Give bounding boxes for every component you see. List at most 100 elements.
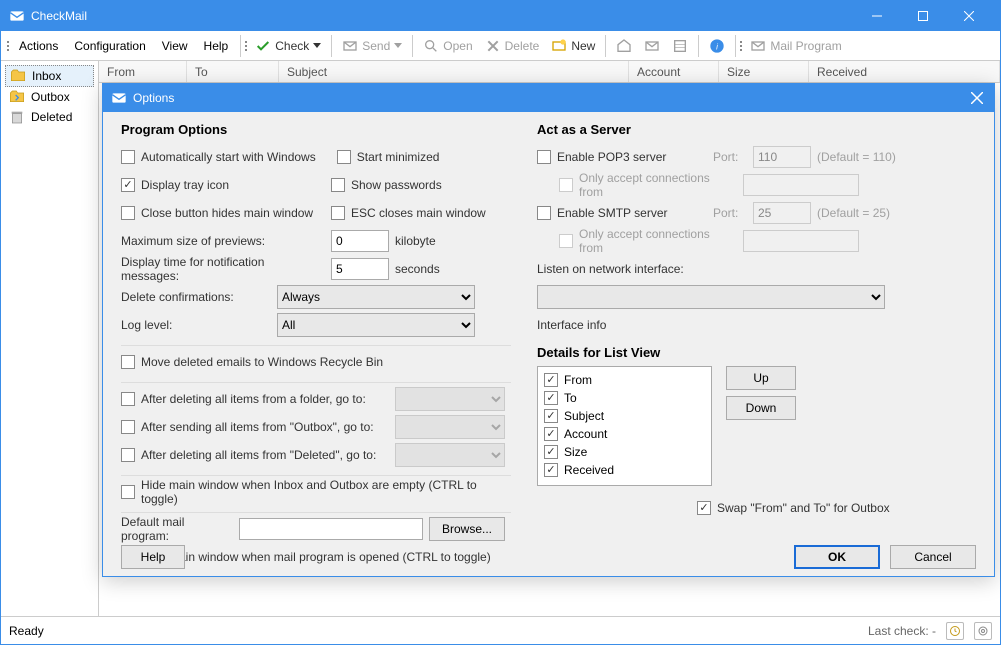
mail-program-button[interactable]: Mail Program [744, 34, 847, 58]
ok-button[interactable]: OK [794, 545, 880, 569]
esc-closes-label: ESC closes main window [351, 206, 486, 220]
folder-sidebar: Inbox Outbox Deleted [1, 61, 99, 616]
list-size-checkbox[interactable] [544, 445, 558, 459]
after-delete-folder-checkbox[interactable] [121, 392, 135, 406]
tool-icon-1[interactable] [610, 34, 638, 58]
column-size[interactable]: Size [719, 61, 809, 82]
delete-confirm-select[interactable]: Always [277, 285, 475, 309]
list-account-label: Account [564, 427, 607, 441]
send-button[interactable]: Send [336, 34, 408, 58]
delete-button[interactable]: Delete [479, 34, 546, 58]
auto-start-checkbox[interactable] [121, 150, 135, 164]
clock-icon[interactable] [946, 622, 964, 640]
esc-closes-checkbox[interactable] [331, 206, 345, 220]
start-minimized-label: Start minimized [357, 150, 440, 164]
cancel-button[interactable]: Cancel [890, 545, 976, 569]
open-label: Open [443, 39, 472, 53]
close-button[interactable] [946, 1, 992, 31]
column-headers: From To Subject Account Size Received [99, 61, 1000, 83]
swap-label: Swap "From" and To" for Outbox [717, 501, 890, 515]
list-received-checkbox[interactable] [544, 463, 558, 477]
smtp-port-input [753, 202, 811, 224]
after-send-outbox-label: After sending all items from "Outbox", g… [141, 420, 389, 434]
sidebar-item-deleted[interactable]: Deleted [5, 107, 94, 127]
open-button[interactable]: Open [417, 34, 478, 58]
close-hides-label: Close button hides main window [141, 206, 325, 220]
program-options-title: Program Options [121, 122, 511, 137]
smtp-only-accept-input [743, 230, 859, 252]
new-label: New [571, 39, 595, 53]
default-mail-program-label: Default mail program: [121, 515, 233, 543]
help-button[interactable]: Help [121, 545, 185, 569]
details-listbox[interactable]: From To Subject Account Size Received [537, 366, 712, 486]
options-dialog: Options Program Options Automatically st… [102, 83, 995, 577]
refresh-icon[interactable] [974, 622, 992, 640]
menu-actions[interactable]: Actions [11, 35, 66, 57]
list-item: Received [544, 461, 705, 479]
check-icon [255, 38, 271, 54]
list-account-checkbox[interactable] [544, 427, 558, 441]
check-button[interactable]: Check [249, 34, 327, 58]
column-to[interactable]: To [187, 61, 279, 82]
check-label: Check [275, 39, 309, 53]
maximize-button[interactable] [900, 1, 946, 31]
new-button[interactable]: New [545, 34, 601, 58]
info-button[interactable]: i [703, 34, 731, 58]
sidebar-item-inbox[interactable]: Inbox [5, 65, 94, 87]
swap-checkbox[interactable] [697, 501, 711, 515]
browse-button[interactable]: Browse... [429, 517, 505, 541]
column-from[interactable]: From [99, 61, 187, 82]
menu-configuration[interactable]: Configuration [66, 35, 153, 57]
pop3-default-label: (Default = 110) [817, 150, 896, 164]
enable-smtp-label: Enable SMTP server [557, 206, 707, 220]
column-subject[interactable]: Subject [279, 61, 629, 82]
menu-help[interactable]: Help [196, 35, 237, 57]
notif-time-input[interactable] [331, 258, 389, 280]
pop3-port-label: Port: [713, 150, 747, 164]
start-minimized-checkbox[interactable] [337, 150, 351, 164]
default-mail-program-input[interactable] [239, 518, 423, 540]
kilobyte-label: kilobyte [395, 234, 436, 248]
hide-when-empty-checkbox[interactable] [121, 485, 135, 499]
dialog-close-button[interactable] [960, 84, 994, 112]
delete-label: Delete [505, 39, 540, 53]
list-subject-checkbox[interactable] [544, 409, 558, 423]
search-icon [423, 38, 439, 54]
list-size-label: Size [564, 445, 587, 459]
interface-info-label: Interface info [537, 318, 606, 332]
dialog-icon [111, 90, 127, 106]
details-title: Details for List View [537, 345, 976, 360]
enable-smtp-checkbox[interactable] [537, 206, 551, 220]
list-from-label: From [564, 373, 592, 387]
list-from-checkbox[interactable] [544, 373, 558, 387]
column-received[interactable]: Received [809, 61, 1000, 82]
show-passwords-label: Show passwords [351, 178, 442, 192]
list-to-label: To [564, 391, 577, 405]
close-hides-checkbox[interactable] [121, 206, 135, 220]
sidebar-inbox-label: Inbox [32, 69, 61, 83]
list-to-checkbox[interactable] [544, 391, 558, 405]
enable-pop3-checkbox[interactable] [537, 150, 551, 164]
up-button[interactable]: Up [726, 366, 796, 390]
after-delete-deleted-checkbox[interactable] [121, 448, 135, 462]
sidebar-deleted-label: Deleted [31, 110, 72, 124]
move-deleted-checkbox[interactable] [121, 355, 135, 369]
max-previews-input[interactable] [331, 230, 389, 252]
minimize-button[interactable] [854, 1, 900, 31]
menubar: Actions Configuration View Help Check Se… [1, 31, 1000, 61]
notif-time-label: Display time for notification messages: [121, 255, 325, 283]
menu-view[interactable]: View [154, 35, 196, 57]
tool-icon-3[interactable] [666, 34, 694, 58]
listen-interface-select[interactable] [537, 285, 885, 309]
display-tray-checkbox[interactable] [121, 178, 135, 192]
show-passwords-checkbox[interactable] [331, 178, 345, 192]
log-level-select[interactable]: All [277, 313, 475, 337]
server-title: Act as a Server [537, 122, 976, 137]
after-send-outbox-checkbox[interactable] [121, 420, 135, 434]
sidebar-item-outbox[interactable]: Outbox [5, 87, 94, 107]
down-button[interactable]: Down [726, 396, 796, 420]
seconds-label: seconds [395, 262, 440, 276]
tool-icon-2[interactable] [638, 34, 666, 58]
column-account[interactable]: Account [629, 61, 719, 82]
window-controls [854, 1, 992, 31]
